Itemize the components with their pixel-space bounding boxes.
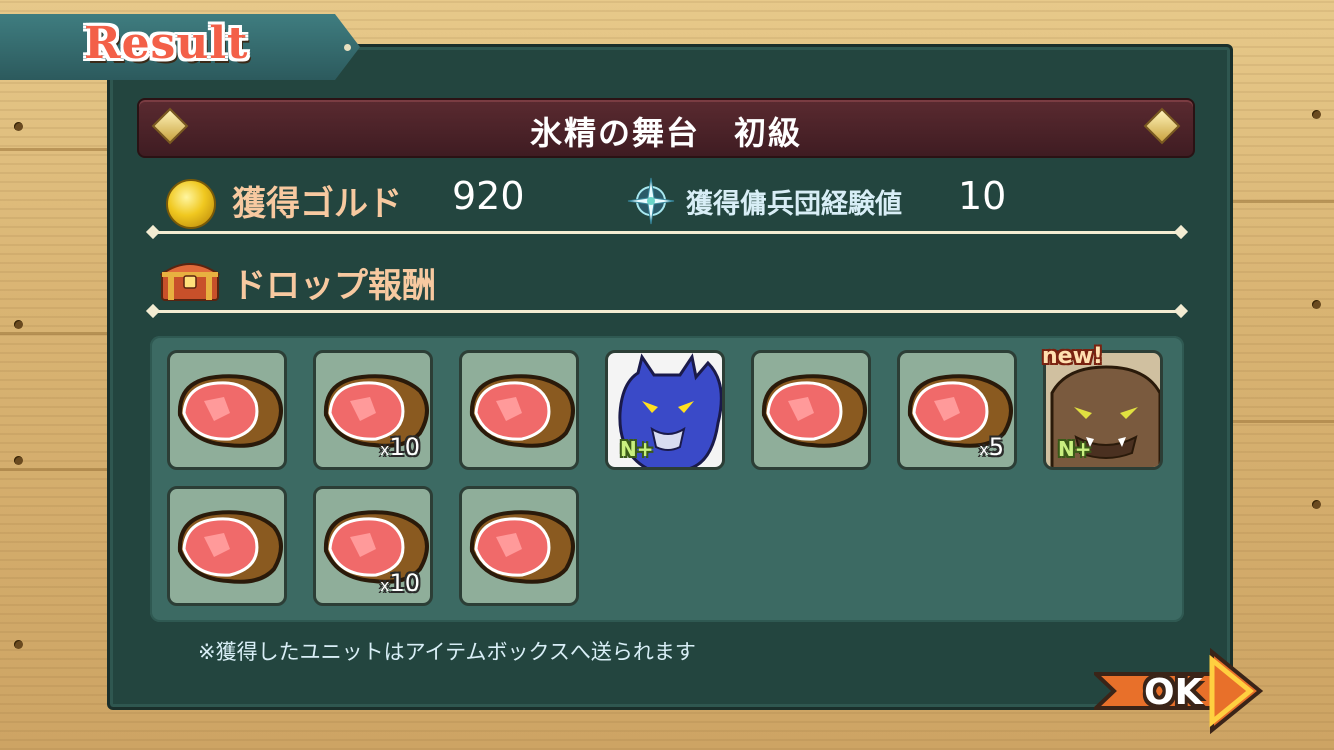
plank-seam — [0, 468, 110, 471]
nail — [14, 640, 23, 649]
item-quantity: x5 — [979, 433, 1004, 461]
drop-slot-meat[interactable]: x10 — [313, 486, 433, 606]
drop-reward-label: ドロップ報酬 — [232, 266, 436, 306]
plank-seam — [0, 332, 110, 335]
drop-slot-meat[interactable] — [167, 486, 287, 606]
gold-value: 920 — [452, 174, 525, 218]
drop-slot-meat[interactable] — [459, 486, 579, 606]
drop-slot-meat[interactable] — [459, 350, 579, 470]
nail — [14, 456, 23, 465]
drop-slot-unit[interactable]: N+ — [605, 350, 725, 470]
drop-slot-meat[interactable] — [751, 350, 871, 470]
banner-rivet — [344, 44, 351, 51]
exp-label: 獲得傭兵団経験値 — [686, 189, 902, 220]
plank-seam — [1224, 200, 1334, 203]
ok-button-label[interactable]: OK — [1144, 672, 1203, 713]
gold-label: 獲得ゴルド — [232, 184, 402, 224]
treasure-chest-icon — [160, 263, 220, 301]
exp-star-icon — [627, 177, 675, 225]
stage-name-bar: 氷精の舞台 初級 — [137, 98, 1195, 158]
gold-coin-icon — [166, 179, 216, 229]
nail — [1312, 500, 1321, 509]
item-quantity: x10 — [379, 569, 420, 597]
nail — [14, 122, 23, 131]
divider — [152, 310, 1182, 313]
plank-seam — [0, 148, 110, 151]
stage-name: 氷精の舞台 初級 — [529, 114, 802, 152]
item-quantity: x10 — [379, 433, 420, 461]
nail — [1312, 300, 1321, 309]
meat-icon — [761, 374, 867, 448]
new-badge: new! — [1042, 344, 1103, 369]
meat-icon — [469, 374, 575, 448]
drop-slot-meat[interactable] — [167, 350, 287, 470]
result-title: Result — [84, 18, 249, 69]
nail — [1312, 110, 1321, 119]
unit-rank-badge: N+ — [1058, 437, 1092, 461]
drop-slot-meat[interactable]: x10 — [313, 350, 433, 470]
plank-seam — [1224, 420, 1334, 423]
divider — [152, 231, 1182, 234]
meat-icon — [177, 374, 283, 448]
drop-slot-meat[interactable]: x5 — [897, 350, 1017, 470]
meat-icon — [177, 510, 283, 584]
meat-icon — [469, 510, 575, 584]
exp-value: 10 — [958, 174, 1007, 218]
unit-rank-badge: N+ — [620, 437, 654, 461]
nail — [14, 320, 23, 329]
item-box-note: ※獲得したユニットはアイテムボックスへ送られます — [198, 640, 696, 664]
